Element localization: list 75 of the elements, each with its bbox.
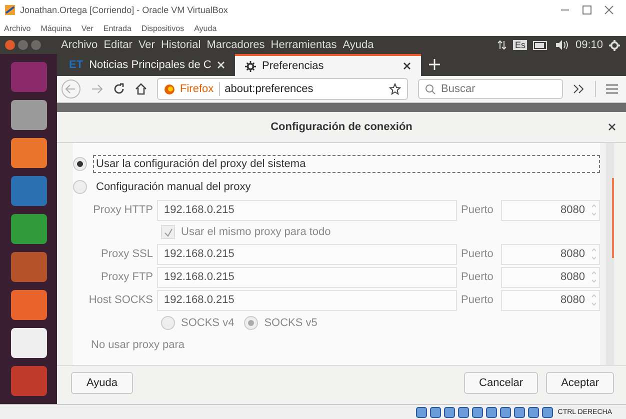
host-field[interactable]: 192.168.0.215 bbox=[157, 266, 457, 288]
close-icon[interactable] bbox=[403, 62, 411, 70]
window-title: Jonathan.Ortega [Corriendo] - Oracle VM VirtualBox bbox=[20, 5, 228, 15]
gear-icon bbox=[245, 60, 256, 72]
host-field[interactable]: 192.168.0.215 bbox=[157, 290, 457, 310]
status-icon[interactable] bbox=[500, 406, 511, 418]
status-icon[interactable] bbox=[472, 406, 483, 418]
radio-button[interactable] bbox=[73, 180, 87, 194]
menu-icon[interactable] bbox=[606, 84, 618, 94]
menu-item[interactable]: Dispositivos bbox=[141, 24, 184, 32]
status-icon[interactable] bbox=[458, 406, 469, 418]
option-label[interactable]: Usar la configuración del proxy del sistema bbox=[93, 155, 600, 173]
settings-icon[interactable] bbox=[609, 40, 620, 50]
field-label: Puerto bbox=[461, 294, 494, 306]
port-field[interactable]: 8080 bbox=[501, 290, 600, 310]
cancel-button[interactable]: Cancelar bbox=[464, 372, 538, 394]
menu-item[interactable]: Archivo bbox=[61, 39, 98, 51]
port-field[interactable]: 8080 bbox=[501, 266, 600, 288]
menu-item[interactable]: Archivo bbox=[4, 24, 31, 32]
clock[interactable]: 09:10 bbox=[575, 39, 603, 51]
menu-item[interactable]: Historial bbox=[160, 39, 201, 51]
field-label: Puerto bbox=[461, 271, 494, 283]
browser-tab[interactable]: ET Noticias Principales de C bbox=[59, 54, 235, 76]
status-icon[interactable] bbox=[430, 406, 441, 418]
status-icon[interactable] bbox=[486, 406, 497, 418]
dialog-title: Configuración de conexión bbox=[270, 121, 412, 133]
help-button[interactable]: Ayuda bbox=[71, 372, 133, 394]
reload-icon[interactable] bbox=[113, 83, 125, 95]
firefox-icon bbox=[164, 84, 175, 94]
status-icon[interactable] bbox=[528, 406, 539, 418]
menu-item[interactable]: Entrada bbox=[103, 24, 132, 32]
battery-icon[interactable] bbox=[533, 40, 550, 50]
home-icon[interactable] bbox=[135, 83, 147, 95]
close-icon[interactable] bbox=[608, 123, 616, 131]
status-icon[interactable] bbox=[416, 406, 427, 418]
host-field[interactable]: 192.168.0.215 bbox=[157, 200, 457, 220]
checkbox[interactable] bbox=[161, 225, 175, 239]
overflow-icon[interactable] bbox=[573, 84, 585, 94]
menu-item[interactable]: Ayuda bbox=[342, 39, 374, 51]
option-label[interactable]: Configuración manual del proxy bbox=[93, 178, 600, 196]
field-label: Proxy FTP bbox=[100, 271, 153, 283]
maximize-icon[interactable] bbox=[582, 5, 592, 15]
status-icon[interactable] bbox=[542, 406, 553, 418]
accept-button[interactable]: Aceptar bbox=[546, 372, 614, 394]
radio-button[interactable] bbox=[161, 316, 175, 330]
app-icon bbox=[4, 4, 16, 16]
field-label: Puerto bbox=[461, 204, 494, 216]
browser-tab[interactable]: Preferencias bbox=[235, 54, 421, 76]
status-icon[interactable] bbox=[514, 406, 525, 418]
field-label: Host SOCKS bbox=[88, 294, 153, 306]
status-icon[interactable] bbox=[444, 406, 455, 418]
menu-item[interactable]: Ver bbox=[138, 39, 155, 51]
port-field[interactable]: 8080 bbox=[501, 244, 600, 264]
search-icon bbox=[425, 84, 436, 95]
menu-item[interactable]: Ver bbox=[81, 24, 94, 32]
star-icon[interactable] bbox=[389, 83, 401, 95]
menu-item[interactable]: Marcadores bbox=[206, 39, 265, 51]
field-label: Proxy SSL bbox=[100, 248, 153, 260]
field-label: Proxy HTTP bbox=[92, 204, 153, 216]
language-indicator[interactable]: Es bbox=[512, 40, 528, 50]
search-field[interactable]: Buscar bbox=[418, 79, 563, 99]
field-label: No usar proxy para bbox=[90, 338, 186, 353]
radio-button[interactable] bbox=[73, 157, 87, 171]
menu-item[interactable]: Herramientas bbox=[270, 39, 337, 51]
new-tab-icon[interactable] bbox=[429, 59, 440, 70]
field-label: Puerto bbox=[461, 248, 494, 260]
port-field[interactable]: 8080 bbox=[501, 200, 600, 220]
menu-item[interactable]: Máquina bbox=[40, 24, 72, 32]
menu-item[interactable]: Editar bbox=[104, 39, 132, 51]
host-field[interactable]: 192.168.0.215 bbox=[157, 244, 457, 264]
menu-item[interactable]: Ayuda bbox=[194, 24, 217, 32]
volume-icon[interactable] bbox=[555, 40, 570, 50]
address-bar[interactable]: Firefox about:preferences bbox=[157, 78, 408, 100]
radio-button[interactable] bbox=[244, 316, 258, 330]
network-icon[interactable] bbox=[496, 40, 507, 50]
